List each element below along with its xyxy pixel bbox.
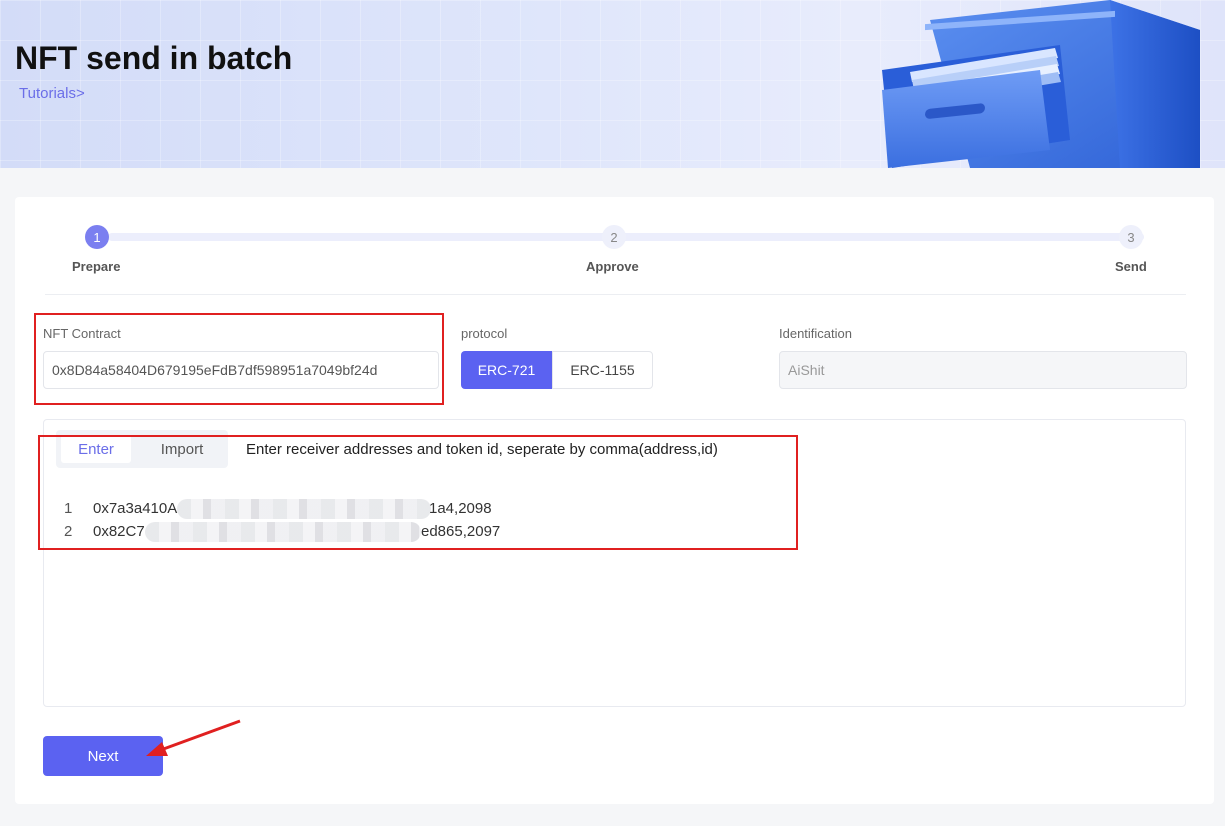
receiver-line: 2 0x82C7 bbox=[64, 523, 145, 540]
contract-label: NFT Contract bbox=[43, 326, 121, 341]
receiver-line: 1 0x7a3a410A bbox=[64, 500, 177, 517]
protocol-label: protocol bbox=[461, 326, 508, 341]
page-header: NFT send in batch Tutorials> bbox=[0, 0, 1225, 168]
step-1-label: Prepare bbox=[72, 259, 121, 274]
tutorials-link[interactable]: Tutorials> bbox=[19, 85, 85, 102]
line-number: 1 bbox=[64, 500, 73, 517]
step-2-dot: 2 bbox=[602, 225, 626, 249]
receivers-editor[interactable]: Enter Import Enter receiver addresses an… bbox=[43, 419, 1186, 707]
step-2-label: Approve bbox=[586, 259, 639, 274]
line-number: 2 bbox=[64, 523, 73, 540]
tab-import[interactable]: Import bbox=[144, 435, 220, 463]
contract-input[interactable]: 0x8D84a58404D679195eFdB7df598951a7049bf2… bbox=[43, 351, 439, 389]
step-3-dot: 3 bbox=[1119, 225, 1143, 249]
identification-label: Identification bbox=[779, 326, 852, 341]
protocol-erc1155-button[interactable]: ERC-1155 bbox=[552, 351, 653, 389]
annotation-arrow-icon bbox=[146, 719, 241, 756]
receiver-line-suffix: 1a4,2098 bbox=[429, 500, 492, 517]
line-address-prefix: 0x82C7 bbox=[93, 523, 145, 540]
page-title: NFT send in batch bbox=[15, 40, 293, 76]
tab-enter[interactable]: Enter bbox=[61, 435, 131, 463]
batch-send-card: 1 Prepare 2 Approve 3 Send NFT Contract … bbox=[15, 197, 1214, 804]
step-3-label: Send bbox=[1115, 259, 1147, 274]
identification-input: AiShit bbox=[779, 351, 1187, 389]
input-mode-tabs: Enter Import bbox=[56, 430, 228, 468]
editor-hint: Enter receiver addresses and token id, s… bbox=[246, 441, 718, 458]
redacted-blur bbox=[145, 522, 421, 542]
redacted-blur bbox=[177, 499, 431, 519]
progress-steps: 1 Prepare 2 Approve 3 Send bbox=[15, 197, 1214, 297]
steps-track bbox=[108, 233, 1144, 241]
steps-divider bbox=[45, 294, 1186, 295]
protocol-erc721-button[interactable]: ERC-721 bbox=[461, 351, 552, 389]
receiver-line-suffix: ed865,2097 bbox=[421, 523, 501, 540]
line-address-prefix: 0x7a3a410A bbox=[93, 500, 178, 517]
file-cabinet-illustration bbox=[882, 0, 1200, 168]
step-1-dot: 1 bbox=[85, 225, 109, 249]
